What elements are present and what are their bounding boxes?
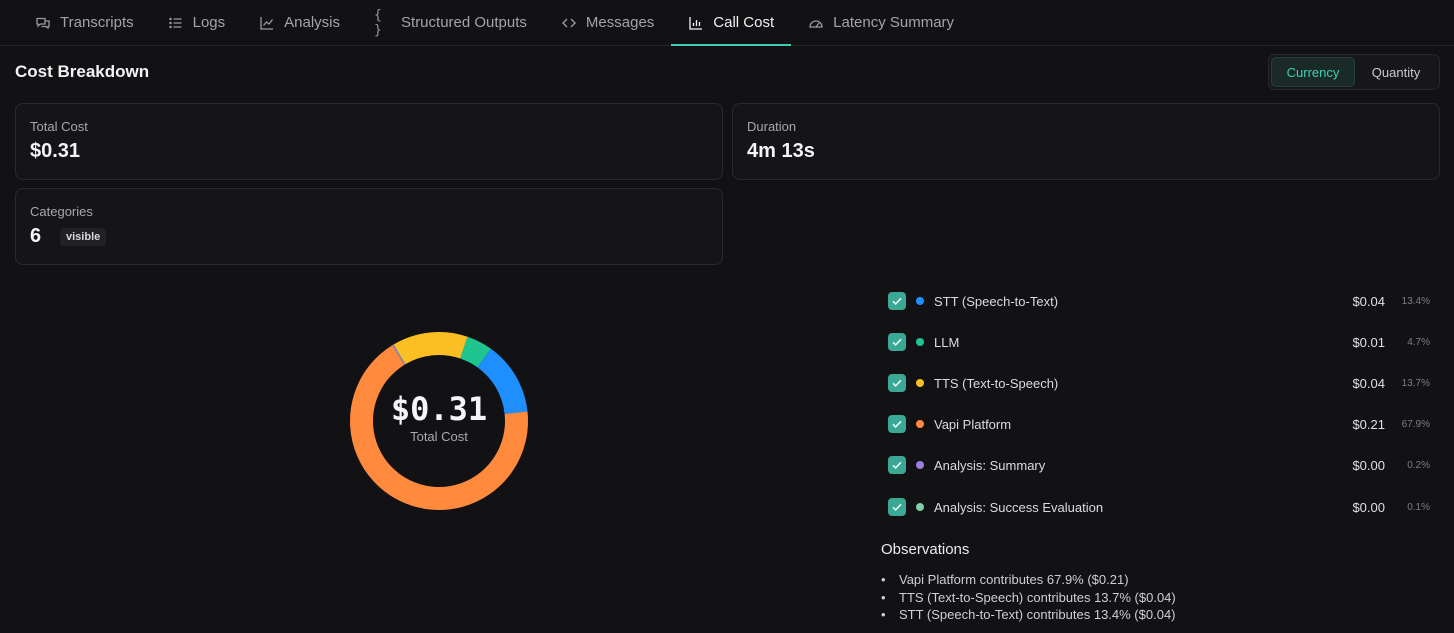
series-color-dot [916,379,924,387]
legend-percent: 67.9% [1401,418,1430,430]
categories-label: Categories [30,204,93,219]
tab-call-cost[interactable]: Call Cost [671,0,792,46]
currency-toggle-button[interactable]: Currency [1271,57,1355,87]
legend-percent: 4.7% [1407,336,1430,348]
legend-amount: $0.00 [1352,499,1385,515]
tts-checkbox[interactable] [888,374,906,392]
tab-label: Latency Summary [833,14,955,31]
legend-name: Analysis: Summary [934,457,1046,473]
list-icon [168,15,184,31]
series-color-dot [916,420,924,428]
tab-label: Logs [192,14,226,31]
legend-row-vapi-platform: Vapi Platform $0.21 67.9% [888,412,1433,436]
tab-logs[interactable]: Logs [151,0,243,45]
legend-name: STT (Speech-to-Text) [934,293,1059,309]
check-icon [892,297,902,305]
series-color-dot [916,338,924,346]
series-color-dot [916,461,924,469]
quantity-toggle-button[interactable]: Quantity [1355,57,1437,87]
check-icon [892,338,902,346]
check-icon [892,503,902,511]
legend-row-analysis-success-evaluation: Analysis: Success Evaluation $0.00 0.1% [888,495,1433,519]
check-icon [892,420,902,428]
series-color-dot [916,297,924,305]
categories-card: Categories 6 visible [15,188,723,265]
tab-label: Transcripts [60,14,134,31]
cost-donut-chart: $0.31 Total Cost [348,330,530,512]
legend-percent: 0.1% [1407,501,1430,513]
tab-analysis[interactable]: Analysis [242,0,357,45]
legend-amount: $0.04 [1352,293,1385,309]
observation-item: STT (Speech-to-Text) contributes 13.4% (… [881,606,1176,624]
legend-amount: $0.21 [1352,416,1385,432]
legend-row-llm: LLM $0.01 4.7% [888,330,1433,354]
tab-label: Messages [585,14,655,31]
legend-amount: $0.01 [1352,334,1385,350]
tab-label: Call Cost [713,14,775,31]
donut-total-value: $0.31 [390,390,488,428]
observation-item: Vapi Platform contributes 67.9% ($0.21) [881,571,1176,589]
check-icon [892,379,902,387]
tab-messages[interactable]: Messages [544,0,671,45]
donut-total-label: Total Cost [410,429,468,444]
tab-label: Analysis [284,14,341,31]
check-icon [892,461,902,469]
legend-amount: $0.00 [1352,457,1385,473]
duration-value: 4m 13s [747,140,815,162]
page-title: Cost Breakdown [15,62,150,81]
stt-checkbox[interactable] [888,292,906,310]
series-color-dot [916,503,924,511]
tab-bar: Transcripts Logs Analysis { } Structured… [0,0,1454,46]
tab-label: Structured Outputs [401,14,527,31]
duration-label: Duration [747,119,797,134]
tab-transcripts[interactable]: Transcripts [18,0,151,45]
observation-item: TTS (Text-to-Speech) contributes 13.7% (… [881,589,1176,607]
braces-icon: { } [374,7,382,38]
total-cost-card: Total Cost $0.31 [15,103,723,180]
observations-title: Observations [881,541,970,558]
tab-latency-summary[interactable]: Latency Summary [791,0,971,45]
legend-row-tts: TTS (Text-to-Speech) $0.04 13.7% [888,371,1433,395]
legend-name: Vapi Platform [934,416,1012,432]
total-cost-label: Total Cost [30,119,88,134]
legend-name: TTS (Text-to-Speech) [934,375,1059,391]
gauge-icon [808,15,824,31]
legend-name: LLM [934,334,960,350]
code-brackets-icon [561,15,577,31]
duration-card: Duration 4m 13s [732,103,1440,180]
legend-row-stt: STT (Speech-to-Text) $0.04 13.4% [888,289,1433,313]
donut-center: $0.31 Total Cost [348,330,530,512]
bar-chart-icon [688,15,704,31]
legend-percent: 13.7% [1401,377,1430,389]
total-cost-value: $0.31 [30,140,81,162]
legend-name: Analysis: Success Evaluation [934,499,1104,515]
chat-bubbles-icon [35,15,51,31]
tab-structured-outputs[interactable]: { } Structured Outputs [357,0,544,45]
line-chart-icon [259,15,275,31]
unit-toggle: Currency Quantity [1268,54,1440,90]
llm-checkbox[interactable] [888,333,906,351]
categories-value: 6 [30,225,42,247]
analysis-summary-checkbox[interactable] [888,456,906,474]
observations-list: Vapi Platform contributes 67.9% ($0.21) … [881,571,1176,624]
legend-percent: 13.4% [1401,295,1430,307]
legend-amount: $0.04 [1352,375,1385,391]
legend-percent: 0.2% [1407,459,1430,471]
vapi-platform-checkbox[interactable] [888,415,906,433]
legend-row-analysis-summary: Analysis: Summary $0.00 0.2% [888,453,1433,477]
analysis-success-evaluation-checkbox[interactable] [888,498,906,516]
visible-badge: visible [60,228,107,246]
